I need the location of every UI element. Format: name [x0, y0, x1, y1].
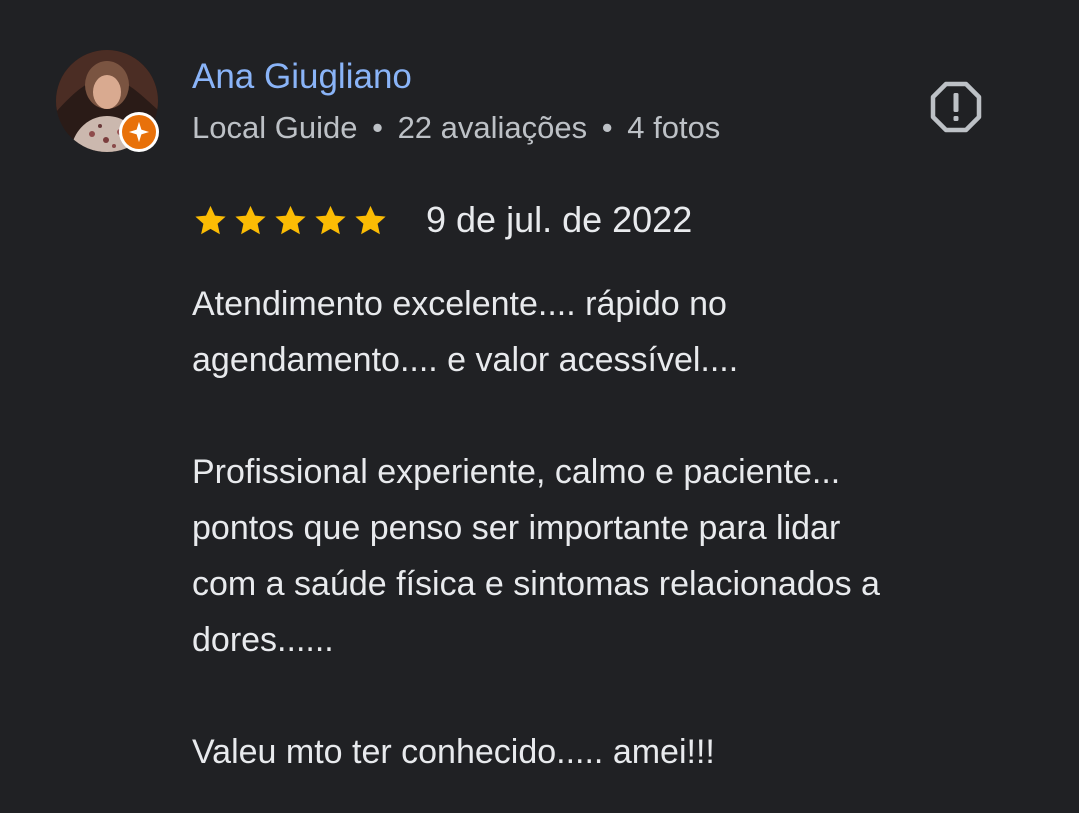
star-icon: [235, 205, 266, 234]
review-card: Ana Giugliano Local Guide • 22 avaliaçõe…: [0, 0, 1079, 813]
star-icon: [275, 205, 306, 234]
review-paragraph: Profissional experiente, calmo e pacient…: [192, 444, 1052, 668]
report-review-button[interactable]: [928, 79, 984, 135]
review-text: Atendimento excelente.... rápido no agend…: [192, 276, 1052, 780]
review-line: pontos que penso ser importante para lid…: [192, 509, 841, 547]
review-line: Valeu mto ter conhecido..... amei!!!: [192, 733, 715, 771]
rating-row: 9 de jul. de 2022: [192, 196, 692, 244]
report-octagon-icon: [930, 81, 982, 133]
photos-count: 4 fotos: [627, 110, 721, 145]
review-line: com a saúde física e sintomas relacionad…: [192, 565, 880, 603]
review-line: agendamento.... e valor acessível....: [192, 341, 739, 379]
reviews-count: 22 avaliações: [397, 110, 588, 145]
review-line: Profissional experiente, calmo e pacient…: [192, 453, 841, 491]
local-guide-badge: [119, 112, 159, 152]
star-rating: [192, 202, 389, 239]
local-guide-label: Local Guide: [192, 110, 358, 145]
local-guide-star-icon: [128, 121, 150, 143]
review-date: 9 de jul. de 2022: [426, 199, 693, 240]
meta-separator: •: [601, 110, 613, 145]
author-meta: Local Guide • 22 avaliações • 4 fotos: [192, 109, 720, 147]
star-icon: [355, 205, 386, 234]
review-line: Atendimento excelente.... rápido no: [192, 285, 727, 323]
review-line: dores......: [192, 621, 334, 659]
star-icon: [315, 205, 346, 234]
review-paragraph: Atendimento excelente.... rápido no agend…: [192, 276, 1052, 388]
review-paragraph: Valeu mto ter conhecido..... amei!!!: [192, 724, 1052, 780]
meta-separator: •: [372, 110, 383, 145]
star-icon: [195, 205, 226, 234]
author-name[interactable]: Ana Giugliano: [192, 57, 412, 97]
